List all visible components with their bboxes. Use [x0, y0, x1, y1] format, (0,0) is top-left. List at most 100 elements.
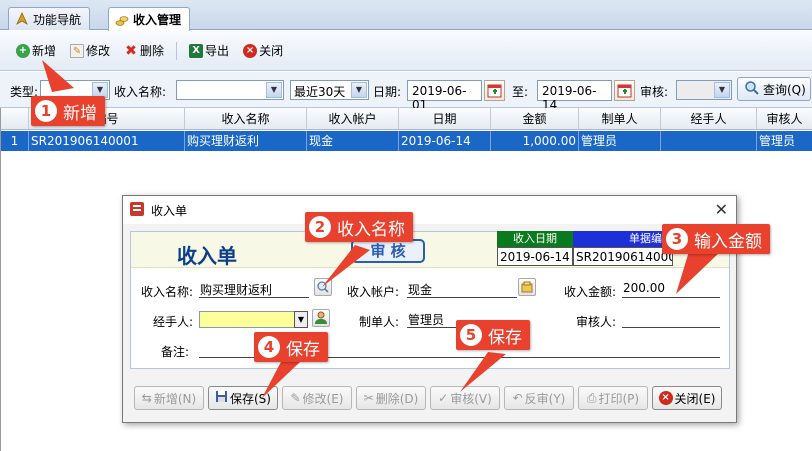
user-picker-icon[interactable] — [312, 309, 330, 327]
new-button[interactable]: + 新增 — [14, 40, 58, 62]
column-header-handler[interactable]: 经手人 — [661, 108, 757, 130]
chevron-down-icon[interactable]: ▼ — [294, 311, 308, 328]
date-from-input[interactable]: 2019-06-01 — [407, 80, 482, 112]
callout-3: 3 输入金额 — [662, 224, 770, 254]
query-button[interactable]: 查询(Q) — [737, 77, 811, 101]
amount-label: 收入金额: — [564, 285, 617, 299]
dialog-close-button[interactable]: × 关闭(E) — [652, 386, 722, 410]
doc-no-value: SR201906140002 — [573, 247, 673, 266]
dialog-button-bar: ⇆ 新增(N) 保存(S) ✎ 修改(E) ✂ 删除(D) ✓ 审核(V) ↶ … — [123, 380, 736, 414]
tab-label: 收入管理 — [133, 13, 182, 27]
coins-icon — [115, 13, 129, 27]
to-label: 至: — [512, 85, 529, 99]
creator-label: 制单人: — [359, 315, 400, 329]
period-select-value: 最近30天 — [294, 85, 346, 99]
dialog-review-button-label: 审核(V) — [450, 391, 492, 406]
review-select[interactable]: ▼ — [676, 80, 732, 100]
callout-1: 1 新增 — [31, 96, 105, 126]
form-heading: 收入单 — [177, 244, 237, 268]
delete-icon: ✂ — [363, 391, 374, 405]
toolbar-separator — [176, 41, 178, 60]
dialog-delete-button[interactable]: ✂ 删除(D) — [356, 386, 426, 410]
reviewer-field — [622, 311, 720, 328]
column-header-name[interactable]: 收入名称 — [185, 108, 307, 130]
callout-4: 4 保存 — [254, 332, 328, 362]
dialog-close-button-label: 关闭(E) — [674, 391, 716, 406]
tab-function-nav[interactable]: 功能导航 — [8, 7, 91, 30]
dialog-print-button-label: 打印(P) — [598, 391, 640, 406]
amount-field[interactable]: 200.00 — [622, 281, 720, 298]
search-icon[interactable] — [314, 278, 332, 296]
dialog-new-button-label: 新增(N) — [153, 391, 197, 406]
calendar-icon[interactable] — [484, 80, 505, 101]
dialog-new-button[interactable]: ⇆ 新增(N) — [134, 386, 204, 410]
callout-text: 新增 — [63, 103, 97, 124]
callout-number: 5 — [460, 324, 482, 346]
compass-icon — [15, 12, 29, 26]
account-field[interactable]: 现金 — [407, 281, 517, 298]
delete-button[interactable]: ✖ 删除 — [122, 40, 166, 62]
account-picker-icon[interactable] — [518, 278, 536, 296]
row-id: SR201906140001 — [29, 131, 185, 151]
export-button[interactable]: X 导出 — [187, 40, 231, 62]
column-header-creator[interactable]: 制单人 — [579, 108, 661, 130]
callout-number: 3 — [666, 228, 688, 250]
table-row[interactable]: 1 SR201906140001 购买理财返利 现金 2019-06-14 1,… — [1, 131, 812, 151]
row-handler — [661, 131, 757, 151]
callout-text: 保存 — [286, 339, 320, 360]
callout-2: 2 收入名称 — [305, 212, 413, 242]
column-header-amount[interactable]: 金额 — [491, 108, 579, 130]
magnifier-icon — [744, 80, 760, 99]
row-account: 现金 — [307, 131, 399, 151]
callout-5: 5 保存 — [456, 320, 530, 350]
income-name-label: 收入名称: — [114, 85, 167, 99]
dialog-review-button[interactable]: ✓ 审核(V) — [430, 386, 500, 410]
edit-button[interactable]: ✎ 修改 — [68, 40, 112, 62]
reviewer-label: 审核人: — [576, 315, 617, 329]
dialog-delete-button-label: 删除(D) — [375, 391, 419, 406]
handler-field[interactable] — [199, 311, 295, 328]
save-icon — [215, 390, 228, 406]
tab-label: 功能导航 — [33, 12, 82, 27]
dialog-save-button-label: 保存(S) — [230, 391, 271, 406]
dialog-print-button[interactable]: ⎙ 打印(P) — [578, 386, 648, 410]
column-header-reviewer[interactable]: 审核人 — [757, 108, 812, 130]
new-doc-icon: ⇆ — [141, 391, 152, 405]
chevron-down-icon: ▼ — [714, 82, 730, 98]
undo-icon: ↶ — [512, 391, 523, 405]
review-label: 审核: — [640, 85, 669, 99]
excel-icon: X — [189, 43, 204, 58]
callout-text: 收入名称 — [337, 219, 405, 240]
note-label: 备注: — [161, 345, 190, 359]
tab-income-management[interactable]: 收入管理 — [108, 7, 191, 31]
row-reviewer: 管理员 — [757, 131, 812, 151]
callout-number: 1 — [35, 100, 57, 122]
check-icon: ✓ — [438, 391, 449, 405]
calendar-icon[interactable] — [614, 80, 635, 101]
close-icon[interactable]: ✕ — [715, 200, 728, 219]
dialog-edit-button-label: 修改(E) — [302, 391, 344, 406]
close-icon: × — [243, 43, 258, 58]
column-header-date[interactable]: 日期 — [399, 108, 491, 130]
callout-number: 2 — [309, 216, 331, 238]
filter-bar: 类型: ▼ 收入名称: ▼ 最近30天 ▼ 日期: 2019-06-01 至: … — [0, 72, 812, 112]
chevron-down-icon: ▼ — [266, 82, 282, 98]
export-button-label: 导出 — [205, 44, 230, 58]
row-date: 2019-06-14 — [399, 131, 491, 151]
income-dialog: 收入单 ✕ 收入单 审 核 收入日期 单据编号 2019-06-14 SR201… — [122, 195, 737, 423]
form-icon — [129, 201, 145, 220]
row-amount: 1,000.00 — [491, 131, 579, 151]
grid-header: 编号 收入名称 收入帐户 日期 金额 制单人 经手人 审核人 — [1, 108, 812, 130]
column-header-account[interactable]: 收入帐户 — [307, 108, 399, 130]
dialog-save-button[interactable]: 保存(S) — [208, 386, 278, 410]
date-to-input[interactable]: 2019-06-14 — [537, 80, 612, 112]
dialog-unreview-button[interactable]: ↶ 反审(Y) — [504, 386, 574, 410]
chevron-down-icon: ▼ — [351, 82, 367, 98]
income-name-field[interactable]: 购买理财返利 — [199, 281, 309, 298]
dialog-title: 收入单 — [151, 203, 188, 218]
income-name-select[interactable]: ▼ — [176, 80, 284, 100]
period-select[interactable]: 最近30天 ▼ — [290, 80, 369, 100]
close-button[interactable]: × 关闭 — [241, 40, 285, 62]
date-value[interactable]: 2019-06-14 — [497, 247, 573, 266]
dialog-edit-button[interactable]: ✎ 修改(E) — [282, 386, 352, 410]
